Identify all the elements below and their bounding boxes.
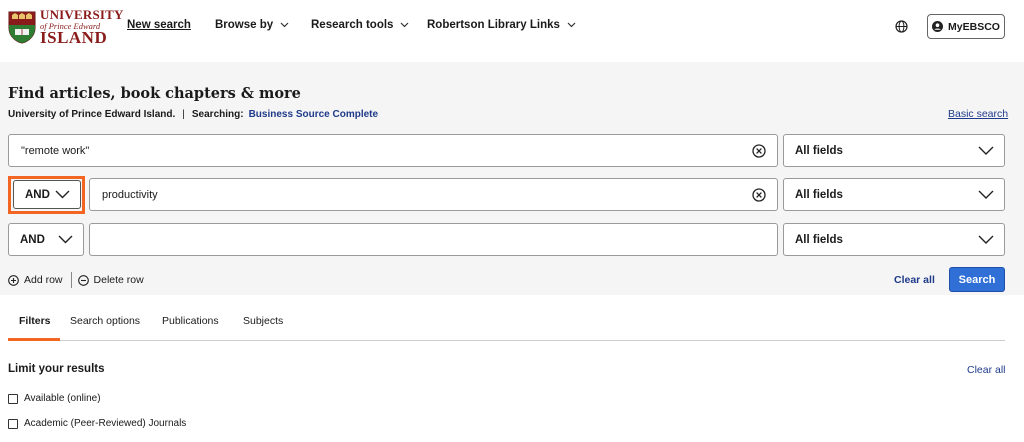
nav-research-tools[interactable]: Research tools	[311, 19, 409, 31]
divider	[70, 272, 72, 288]
university-crest-icon	[8, 11, 36, 44]
search-input-row-1[interactable]: "remote work"	[8, 134, 778, 167]
top-navigation-bar: UNIVERSITY of Prince Edward ISLAND New s…	[0, 0, 1024, 62]
clear-input-icon[interactable]	[752, 188, 766, 202]
globe-icon[interactable]	[895, 20, 908, 33]
field-select-row-1[interactable]: All fields	[783, 134, 1005, 167]
chevron-down-icon	[55, 190, 70, 199]
search-context: University of Prince Edward Island. | Se…	[8, 109, 379, 120]
filter-peer-reviewed[interactable]: Academic (Peer-Reviewed) Journals	[8, 418, 186, 429]
university-wordmark: UNIVERSITY of Prince Edward ISLAND	[40, 6, 124, 48]
clear-all-search-button[interactable]: Clear all	[894, 274, 935, 286]
chevron-down-icon	[978, 190, 994, 199]
basic-search-link[interactable]: Basic search	[948, 108, 1008, 120]
tab-filters[interactable]: Filters	[19, 315, 51, 327]
chevron-down-icon	[978, 146, 994, 155]
chevron-down-icon	[280, 19, 289, 31]
page-title: Find articles, book chapters & more	[8, 85, 301, 102]
myebsco-button[interactable]: MyEBSCO	[927, 14, 1005, 39]
tab-search-options[interactable]: Search options	[70, 315, 140, 327]
checkbox[interactable]	[8, 418, 18, 429]
nav-new-search[interactable]: New search	[127, 19, 191, 31]
tab-divider	[8, 340, 1005, 341]
search-input-row-3[interactable]	[89, 223, 778, 256]
tab-publications[interactable]: Publications	[162, 315, 219, 327]
active-tab-indicator	[8, 338, 60, 341]
chevron-down-icon	[978, 235, 994, 244]
filter-tabs: Filters Search options Publications Subj…	[0, 310, 1024, 341]
limit-results-heading: Limit your results	[8, 363, 105, 375]
clear-all-filters-button[interactable]: Clear all	[967, 364, 1006, 376]
search-input-row-2[interactable]: productivity	[89, 178, 778, 211]
chevron-down-icon	[400, 19, 409, 31]
nav-robertson-library-links[interactable]: Robertson Library Links	[427, 19, 576, 31]
user-circle-icon	[932, 21, 944, 32]
nav-browse-by[interactable]: Browse by	[215, 19, 289, 31]
chevron-down-icon	[58, 235, 73, 244]
search-button[interactable]: Search	[949, 267, 1005, 292]
operator-select-row-2[interactable]: AND	[13, 180, 81, 209]
field-select-row-3[interactable]: All fields	[783, 223, 1005, 256]
operator-select-row-3[interactable]: AND	[8, 223, 84, 256]
add-row-button[interactable]: Add row	[24, 274, 63, 286]
plus-circle-icon[interactable]	[8, 274, 19, 286]
upei-logo[interactable]: UNIVERSITY of Prince Edward ISLAND	[8, 8, 123, 46]
row-actions: Add row Delete row	[8, 272, 144, 288]
minus-circle-icon[interactable]	[77, 274, 89, 286]
checkbox[interactable]	[8, 393, 18, 404]
chevron-down-icon	[567, 19, 576, 31]
clear-input-icon[interactable]	[752, 144, 766, 158]
field-select-row-2[interactable]: All fields	[783, 178, 1005, 211]
database-link[interactable]: Business Source Complete	[249, 109, 378, 120]
delete-row-button[interactable]: Delete row	[94, 274, 144, 286]
filter-available-online[interactable]: Available (online)	[8, 393, 101, 404]
tab-subjects[interactable]: Subjects	[243, 315, 283, 327]
